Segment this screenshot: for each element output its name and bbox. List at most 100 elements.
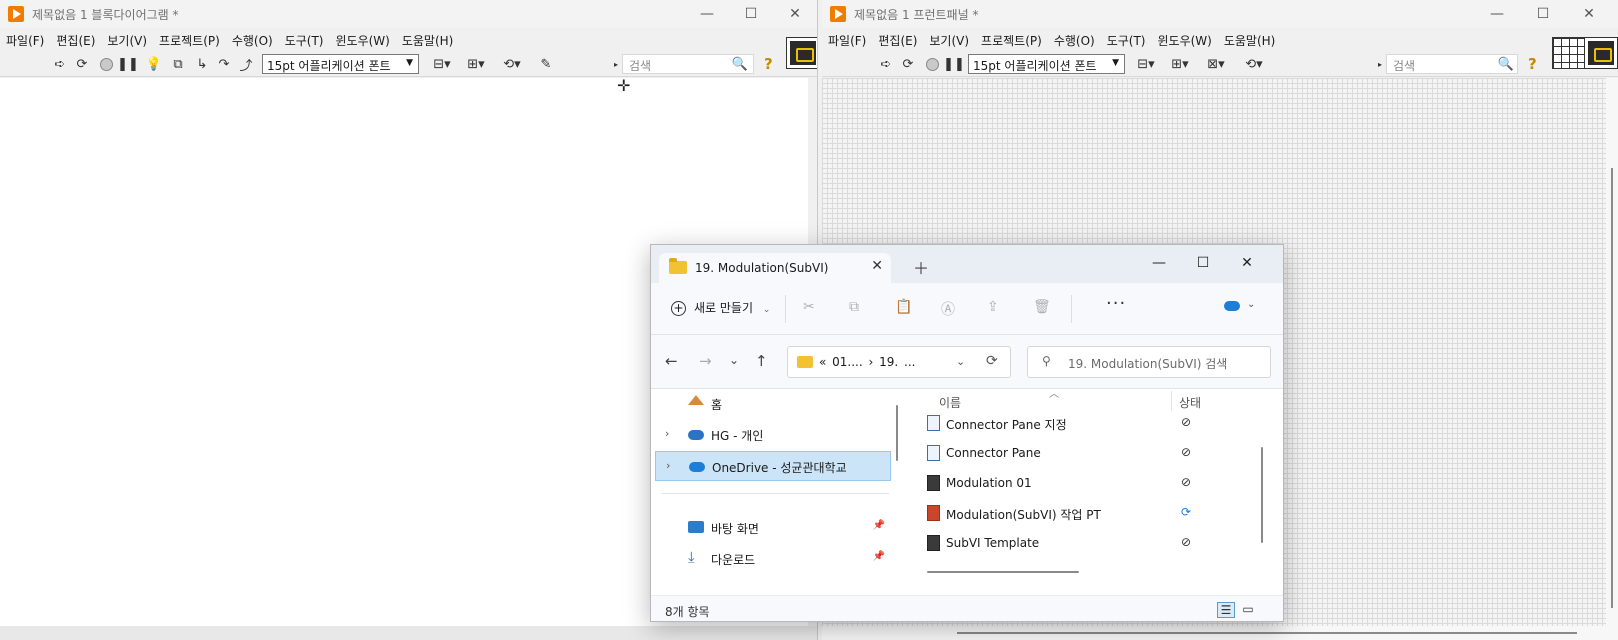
highlight-execution-icon[interactable]: 💡 (146, 56, 162, 72)
step-out-icon[interactable]: ⤴ (238, 56, 254, 74)
copy-icon[interactable]: ⧉ (849, 299, 859, 315)
horizontal-scrollbar[interactable] (0, 626, 817, 640)
search-expand-icon[interactable]: ▸ (1376, 56, 1384, 72)
distribute-objects-icon[interactable]: ⊞▾ (464, 56, 488, 72)
close-button[interactable]: ✕ (1225, 249, 1269, 277)
menu-tools[interactable]: 도구(T) (1101, 28, 1152, 49)
nav-item-desktop[interactable]: 바탕 화면 📌 (655, 513, 891, 543)
menu-project[interactable]: 프로젝트(P) (975, 28, 1048, 49)
resize-objects-icon[interactable]: ⊠▾ (1204, 56, 1228, 72)
run-continuously-icon[interactable]: ⟳ (900, 56, 916, 72)
search-input[interactable]: ⚲ 19. Modulation(SubVI) 검색 (1027, 346, 1271, 378)
close-button[interactable]: ✕ (772, 0, 817, 28)
reorder-icon[interactable]: ⟲▾ (1242, 56, 1266, 72)
file-row[interactable]: Connector Pane ⊘ (909, 439, 1253, 469)
align-objects-icon[interactable]: ⊟▾ (1134, 56, 1158, 72)
menu-window[interactable]: 윈도우(W) (329, 28, 395, 49)
run-continuously-icon[interactable]: ⟳ (74, 56, 90, 72)
font-select[interactable]: 15pt 어플리케이션 폰트 ▼ (262, 54, 419, 74)
rename-icon[interactable]: Ⓐ (941, 299, 955, 319)
file-row[interactable]: SubVI Template ⊘ (909, 529, 1253, 559)
distribute-objects-icon[interactable]: ⊞▾ (1168, 56, 1192, 72)
pause-icon[interactable]: ❚❚ (943, 56, 965, 72)
more-options-icon[interactable]: ··· (1106, 293, 1126, 314)
new-button[interactable]: + 새로 만들기 ⌄ (671, 299, 770, 316)
column-divider[interactable] (1171, 391, 1172, 411)
up-arrow-icon[interactable]: ↑ (755, 352, 768, 370)
chevron-down-icon[interactable]: ⌄ (956, 355, 965, 368)
menu-help[interactable]: 도움말(H) (1218, 28, 1282, 49)
abort-execution-icon[interactable] (924, 56, 940, 72)
back-arrow-icon[interactable]: ← (665, 352, 678, 370)
front-panel-titlebar[interactable]: 제목없음 1 프런트패널 * — ☐ ✕ (822, 0, 1618, 28)
reorder-icon[interactable]: ⟲▾ (500, 56, 524, 72)
run-arrow-icon[interactable]: ➪ (52, 56, 68, 72)
minimize-button[interactable]: — (1137, 249, 1181, 277)
scroll-thumb[interactable] (927, 571, 1079, 573)
maximize-button[interactable]: ☐ (1181, 249, 1225, 277)
close-button[interactable]: ✕ (1566, 0, 1612, 28)
scroll-thumb[interactable] (957, 632, 1577, 634)
paste-icon[interactable]: 📋 (895, 299, 912, 315)
menu-edit[interactable]: 편집(E) (872, 28, 923, 49)
menu-operate[interactable]: 수행(O) (1048, 28, 1101, 49)
onedrive-cloud-icon[interactable] (1224, 301, 1240, 311)
pause-icon[interactable]: ❚❚ (117, 56, 139, 72)
refresh-icon[interactable]: ⟳ (986, 353, 998, 369)
delete-icon[interactable]: 🗑 (1033, 299, 1051, 315)
retain-wire-values-icon[interactable]: ⧉ (170, 56, 186, 72)
recent-locations-icon[interactable]: ⌄ (729, 353, 739, 367)
explorer-tab-strip[interactable]: 19. Modulation(SubVI) ✕ ＋ — ☐ ✕ (651, 245, 1283, 283)
menu-view[interactable]: 보기(V) (923, 28, 975, 49)
nav-item-onedrive-skku[interactable]: › OneDrive - 성균관대학교 (655, 451, 891, 481)
scroll-thumb[interactable] (896, 405, 898, 461)
vi-icon[interactable] (1584, 37, 1618, 69)
new-tab-icon[interactable]: ＋ (913, 255, 929, 279)
share-icon[interactable]: ⇪ (987, 299, 999, 315)
vi-icon[interactable] (786, 37, 817, 69)
explorer-tab[interactable]: 19. Modulation(SubVI) ✕ (659, 253, 891, 283)
file-row[interactable]: Modulation 01 ⊘ (909, 469, 1253, 499)
step-over-icon[interactable]: ↷ (216, 56, 232, 72)
chevron-right-icon[interactable]: › (665, 427, 669, 440)
menu-window[interactable]: 윈도우(W) (1151, 28, 1217, 49)
nav-item-personal-onedrive[interactable]: › HG - 개인 (655, 420, 891, 450)
scroll-thumb[interactable] (1611, 168, 1613, 608)
connector-pane[interactable] (1552, 37, 1586, 69)
search-expand-icon[interactable]: ▸ (612, 56, 620, 72)
breadcrumb[interactable]: « 01.... › 19. ... (819, 355, 915, 369)
step-into-icon[interactable]: ↳ (194, 56, 210, 72)
large-icons-view-icon[interactable]: ▭ (1239, 602, 1257, 618)
details-view-icon[interactable]: ☰ (1217, 602, 1235, 618)
address-bar[interactable]: « 01.... › 19. ... ⌄ ⟳ (787, 346, 1011, 378)
abort-execution-icon[interactable] (98, 56, 114, 72)
clean-up-diagram-icon[interactable]: ✎ (538, 56, 554, 72)
chevron-down-icon[interactable]: ⌄ (1247, 299, 1255, 310)
chevron-right-icon[interactable]: › (666, 459, 670, 472)
scroll-thumb[interactable] (1261, 447, 1263, 543)
close-tab-icon[interactable]: ✕ (871, 258, 883, 274)
nav-item-home[interactable]: 홈 (655, 389, 891, 419)
file-row[interactable]: Modulation(SubVI) 작업 PT ⟳ (909, 499, 1253, 529)
menu-file[interactable]: 파일(F) (0, 28, 50, 49)
font-select[interactable]: 15pt 어플리케이션 폰트 ▼ (968, 54, 1125, 74)
minimize-button[interactable]: — (684, 0, 730, 28)
menu-edit[interactable]: 편집(E) (50, 28, 101, 49)
horizontal-scrollbar[interactable] (822, 626, 1618, 640)
cut-icon[interactable]: ✂ (803, 299, 815, 315)
minimize-button[interactable]: — (1474, 0, 1520, 28)
search-icon[interactable]: 🔍 (1498, 56, 1514, 72)
menu-view[interactable]: 보기(V) (101, 28, 153, 49)
menu-file[interactable]: 파일(F) (822, 28, 872, 49)
context-help-icon[interactable]: ? (764, 55, 773, 73)
context-help-icon[interactable]: ? (1528, 55, 1537, 73)
run-arrow-icon[interactable]: ➪ (878, 56, 894, 72)
nav-item-downloads[interactable]: ⤓ 다운로드 📌 (655, 544, 891, 574)
forward-arrow-icon[interactable]: → (699, 352, 712, 370)
menu-tools[interactable]: 도구(T) (279, 28, 330, 49)
vertical-scrollbar[interactable] (1606, 78, 1618, 626)
search-icon[interactable]: 🔍 (732, 56, 748, 72)
maximize-button[interactable]: ☐ (1520, 0, 1566, 28)
file-row[interactable]: Connector Pane 지정 ⊘ (909, 409, 1253, 439)
menu-help[interactable]: 도움말(H) (396, 28, 460, 49)
